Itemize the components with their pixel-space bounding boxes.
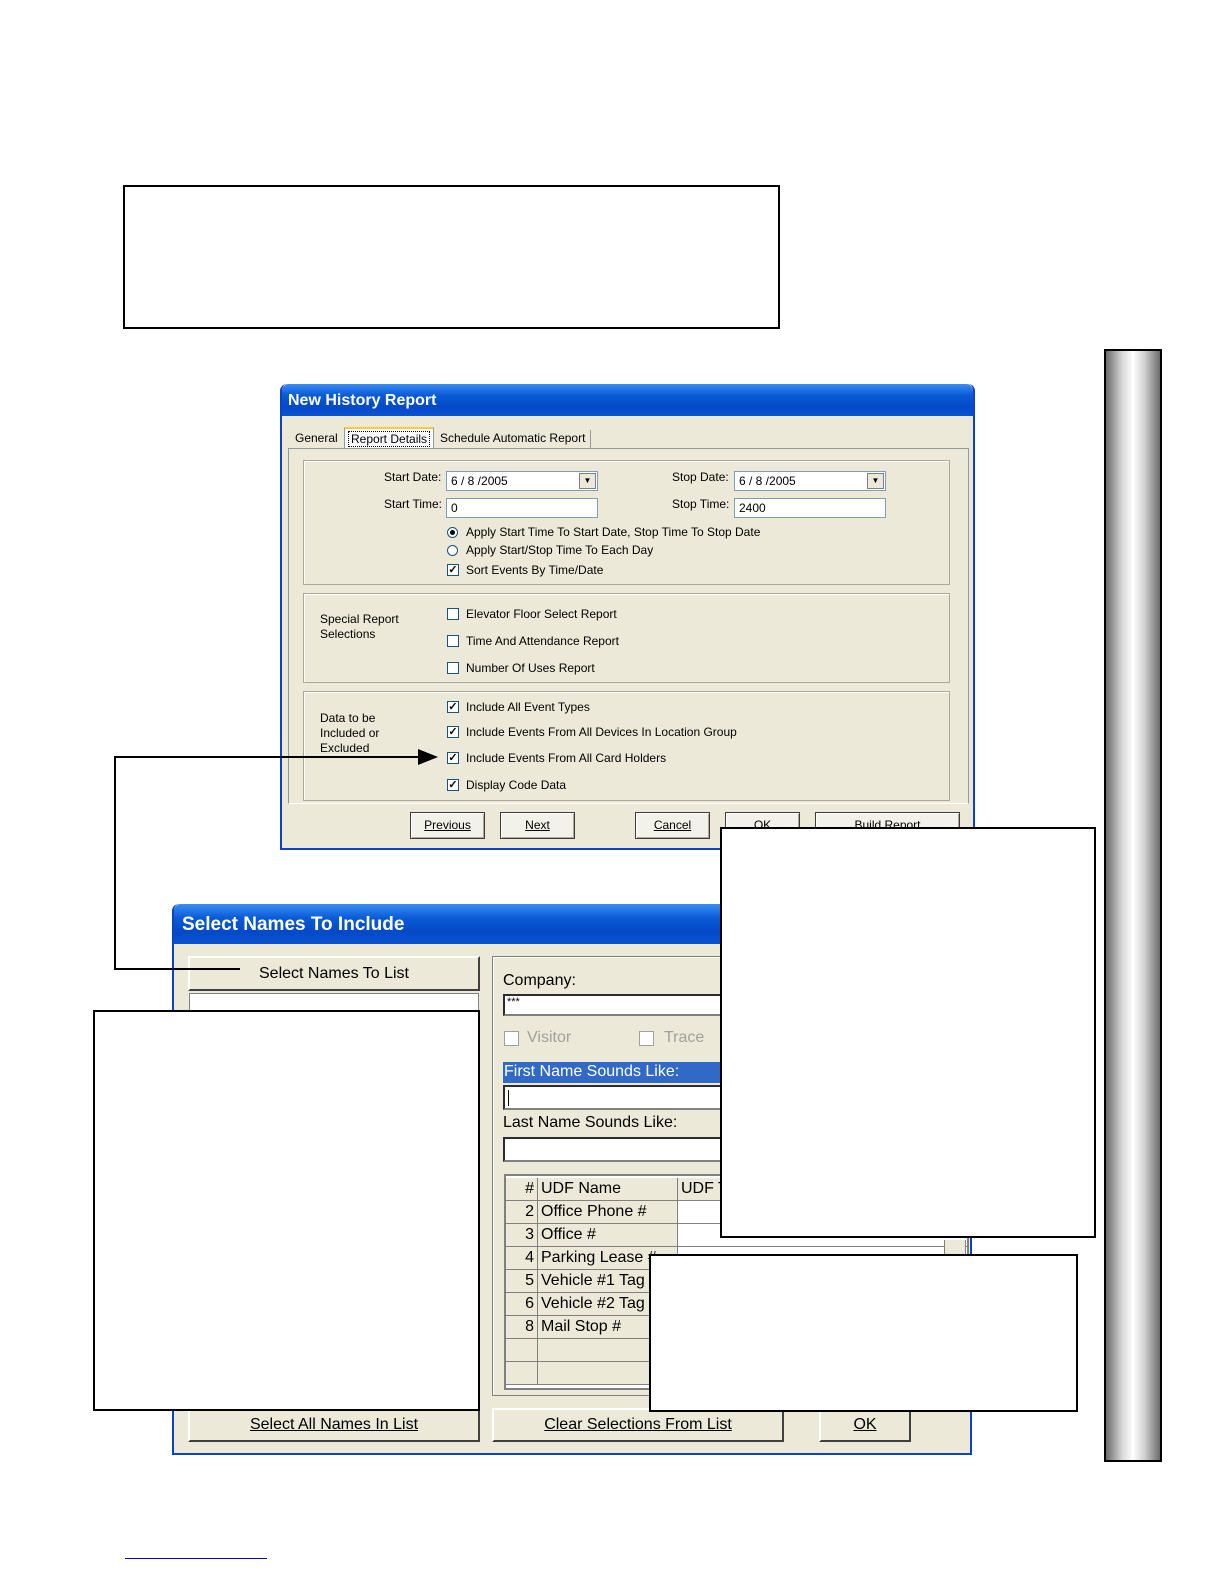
footer-rule xyxy=(125,1558,267,1559)
connector-arrow xyxy=(114,749,438,970)
